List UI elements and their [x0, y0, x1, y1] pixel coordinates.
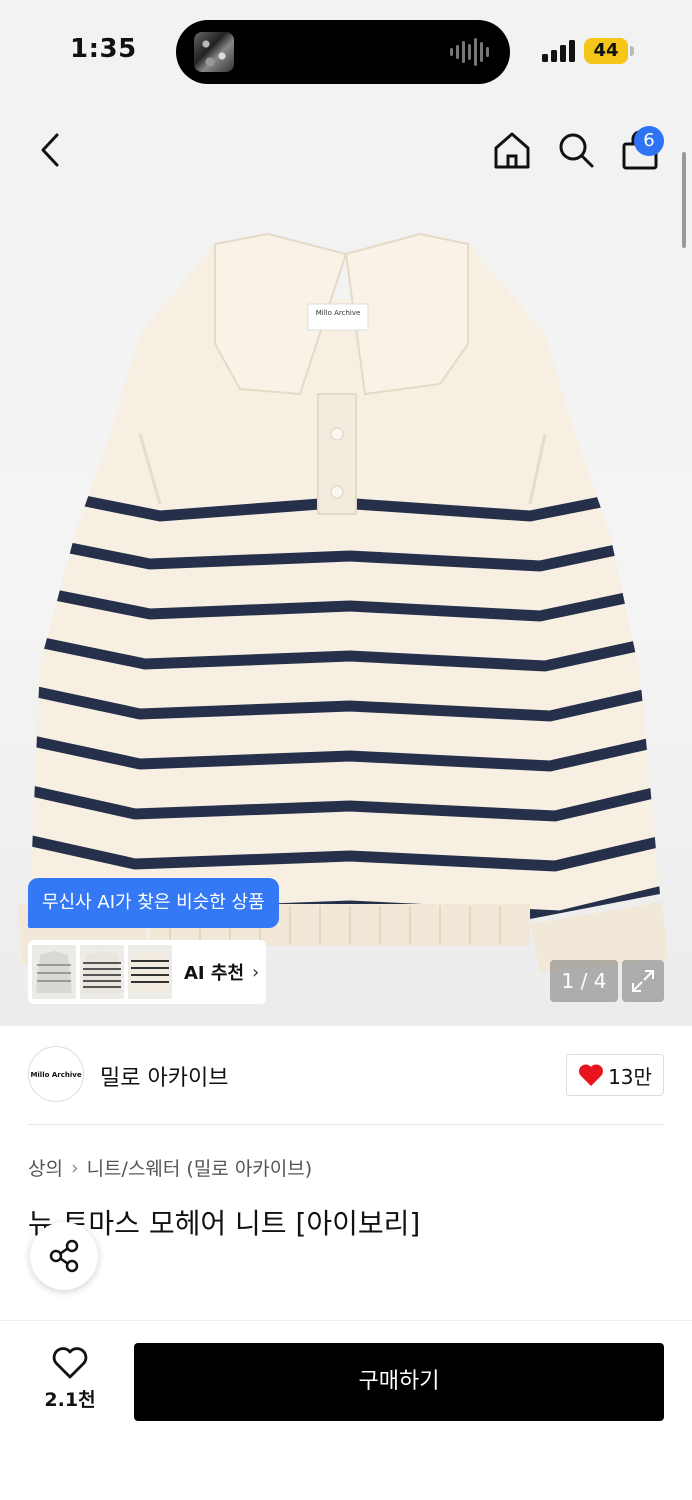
- brand-like-button[interactable]: 13만: [566, 1054, 664, 1096]
- ai-recommend-strip[interactable]: AI 추천 ›: [28, 940, 266, 1004]
- battery-tip: [630, 46, 634, 56]
- expand-icon: [632, 970, 654, 992]
- breadcrumb-category[interactable]: 상의: [28, 1154, 63, 1181]
- back-button[interactable]: [30, 128, 70, 172]
- ai-similar-tooltip[interactable]: 무신사 AI가 찾은 비슷한 상품: [28, 878, 279, 928]
- scroll-indicator: [682, 152, 686, 248]
- breadcrumb[interactable]: 상의 › 니트/스웨터 (밀로 아카이브): [28, 1154, 312, 1181]
- status-bar: 1:35 44: [0, 0, 692, 104]
- bottom-action-bar: 2.1천 구매하기: [0, 1320, 692, 1500]
- ai-thumbnail[interactable]: [32, 945, 76, 999]
- heart-filled-icon: [579, 1064, 604, 1086]
- ai-thumbnail[interactable]: [128, 945, 172, 999]
- ai-thumbnail[interactable]: [80, 945, 124, 999]
- wishlist-count: 2.1천: [44, 1389, 96, 1411]
- chevron-right-icon: ›: [70, 1156, 79, 1179]
- brand-like-count: 13만: [608, 1064, 652, 1089]
- garment-label-tag: Millo Archive: [315, 309, 361, 317]
- expand-image-button[interactable]: [622, 960, 664, 1002]
- breadcrumb-subcategory[interactable]: 니트/스웨터 (밀로 아카이브): [87, 1154, 313, 1181]
- search-icon: [559, 133, 594, 168]
- home-button[interactable]: [490, 128, 534, 172]
- brand-name[interactable]: 밀로 아카이브: [100, 1060, 228, 1092]
- now-playing-artwork: [194, 32, 234, 72]
- share-icon: [49, 1239, 79, 1273]
- brand-row[interactable]: Millo Archive 밀로 아카이브 13만: [0, 1026, 692, 1126]
- chevron-right-icon: ›: [252, 961, 260, 983]
- search-button[interactable]: [554, 128, 598, 172]
- image-page-counter: 1 / 4: [550, 960, 618, 1002]
- home-icon: [494, 132, 530, 169]
- audio-waveform-icon: [450, 38, 489, 66]
- brand-logo[interactable]: Millo Archive: [28, 1046, 84, 1102]
- heart-outline-icon: [52, 1347, 88, 1379]
- ai-recommend-label: AI 추천: [184, 963, 245, 984]
- wishlist-button[interactable]: 2.1천: [30, 1347, 110, 1421]
- divider: [28, 1124, 664, 1125]
- chevron-left-icon: [41, 133, 59, 167]
- share-button[interactable]: [30, 1222, 98, 1290]
- cellular-signal-icon: [542, 40, 575, 62]
- status-time: 1:35: [70, 34, 137, 64]
- buy-button[interactable]: 구매하기: [134, 1343, 664, 1421]
- battery-level: 44: [584, 38, 628, 64]
- dynamic-island[interactable]: [176, 20, 510, 84]
- cart-count-badge: 6: [634, 126, 664, 156]
